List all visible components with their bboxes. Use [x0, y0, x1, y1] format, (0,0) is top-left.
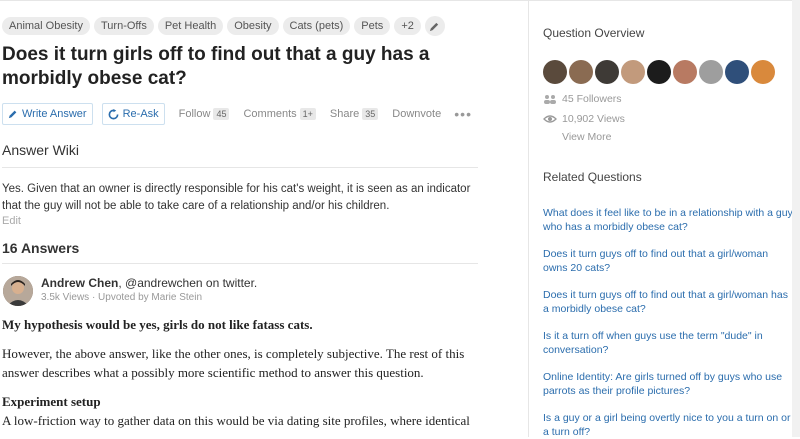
avatar[interactable] — [543, 60, 567, 84]
views-stat: 10,902 Views — [543, 113, 799, 125]
follow-button[interactable]: Follow 45 — [179, 108, 230, 120]
related-question-link[interactable]: Is a guy or a girl being overtly nice to… — [543, 411, 793, 439]
author-name[interactable]: Andrew Chen — [41, 276, 118, 290]
answers-count-heading: 16 Answers — [2, 240, 80, 256]
comments-label: Comments — [243, 108, 297, 120]
re-ask-button[interactable]: Re-Ask — [101, 103, 165, 125]
avatar[interactable] — [569, 60, 593, 84]
answer-wiki-text: Yes. Given that an owner is directly res… — [2, 183, 471, 212]
author-credential: , @andrewchen on twitter. — [118, 276, 258, 290]
topic-tags: Animal Obesity Turn-Offs Pet Health Obes… — [2, 16, 478, 36]
avatar[interactable] — [3, 276, 33, 306]
author-photo — [3, 276, 33, 306]
related-question-link[interactable]: What does it feel like to be in a relati… — [543, 206, 793, 234]
write-answer-label: Write Answer — [22, 108, 87, 120]
followers-stat[interactable]: 45 Followers — [543, 93, 799, 105]
question-title[interactable]: Does it turn girls off to find out that … — [2, 43, 482, 91]
comments-button[interactable]: Comments 1+ — [243, 108, 316, 120]
scrollbar[interactable] — [792, 0, 800, 437]
followers-count: 45 Followers — [562, 93, 622, 105]
related-question-link[interactable]: Does it turn guys off to find out that a… — [543, 247, 793, 275]
answer-subheading: Experiment setup — [2, 394, 101, 409]
downvote-button[interactable]: Downvote — [392, 108, 441, 120]
edit-topics-button[interactable] — [424, 16, 445, 36]
related-questions-heading: Related Questions — [543, 170, 642, 184]
write-answer-button[interactable]: Write Answer — [2, 103, 93, 125]
answer-wiki-heading: Answer Wiki — [2, 142, 80, 158]
avatar[interactable] — [595, 60, 619, 84]
follower-avatars — [543, 60, 799, 84]
tag-animal-obesity[interactable]: Animal Obesity — [2, 17, 90, 35]
avatar[interactable] — [751, 60, 775, 84]
divider — [2, 263, 478, 264]
tag-pets[interactable]: Pets — [354, 17, 391, 35]
sidebar: Question Overview 45 Followers 10,902 Vi… — [528, 0, 799, 439]
avatar[interactable] — [725, 60, 749, 84]
avatar[interactable] — [621, 60, 645, 84]
avatar[interactable] — [647, 60, 671, 84]
follow-label: Follow — [178, 108, 211, 120]
answer-meta: 3.5k Views · Upvoted by Marie Stein — [41, 292, 203, 303]
pencil-icon — [430, 22, 439, 31]
pencil-icon — [8, 110, 17, 119]
tag-more[interactable]: +2 — [394, 17, 421, 35]
tag-turn-offs[interactable]: Turn-Offs — [93, 17, 154, 35]
answer-paragraph: A low-friction way to gather data on thi… — [2, 413, 470, 428]
tag-cats-pets[interactable]: Cats (pets) — [282, 17, 351, 35]
question-main: Animal Obesity Turn-Offs Pet Health Obes… — [2, 16, 478, 430]
share-label: Share — [329, 108, 360, 120]
people-icon — [544, 95, 556, 104]
avatar[interactable] — [699, 60, 723, 84]
share-button[interactable]: Share 35 — [329, 108, 379, 120]
views-count: 10,902 Views — [562, 113, 625, 125]
tag-obesity[interactable]: Obesity — [227, 17, 279, 35]
answer-wiki-edit-link[interactable]: Edit — [2, 215, 478, 227]
view-more-link[interactable]: View More — [562, 131, 799, 143]
more-options-button[interactable]: ••• — [454, 106, 472, 122]
follow-count: 45 — [213, 108, 230, 120]
related-question-link[interactable]: Online Identity: Are girls turned off by… — [543, 370, 793, 398]
eye-icon — [543, 115, 557, 123]
refresh-icon — [108, 108, 119, 119]
tag-pet-health[interactable]: Pet Health — [157, 17, 224, 35]
answer-paragraph: However, the above answer, like the othe… — [2, 346, 465, 380]
comments-count: 1+ — [299, 108, 316, 120]
answer-bold-line: My hypothesis would be yes, girls do not… — [2, 317, 313, 332]
divider — [2, 167, 478, 168]
share-count: 35 — [362, 108, 379, 120]
avatar[interactable] — [673, 60, 697, 84]
answer-author: Andrew Chen, @andrewchen on twitter. 3.5… — [2, 276, 478, 306]
author-line: Andrew Chen, @andrewchen on twitter. — [41, 276, 257, 290]
related-question-link[interactable]: Does it turn guys off to find out that a… — [543, 288, 793, 316]
re-ask-label: Re-Ask — [122, 108, 159, 120]
question-overview-heading: Question Overview — [543, 26, 645, 40]
related-question-link[interactable]: Is it a turn off when guys use the term … — [543, 329, 793, 357]
question-actions: Write Answer Re-Ask Follow 45 Comments 1… — [2, 103, 478, 125]
